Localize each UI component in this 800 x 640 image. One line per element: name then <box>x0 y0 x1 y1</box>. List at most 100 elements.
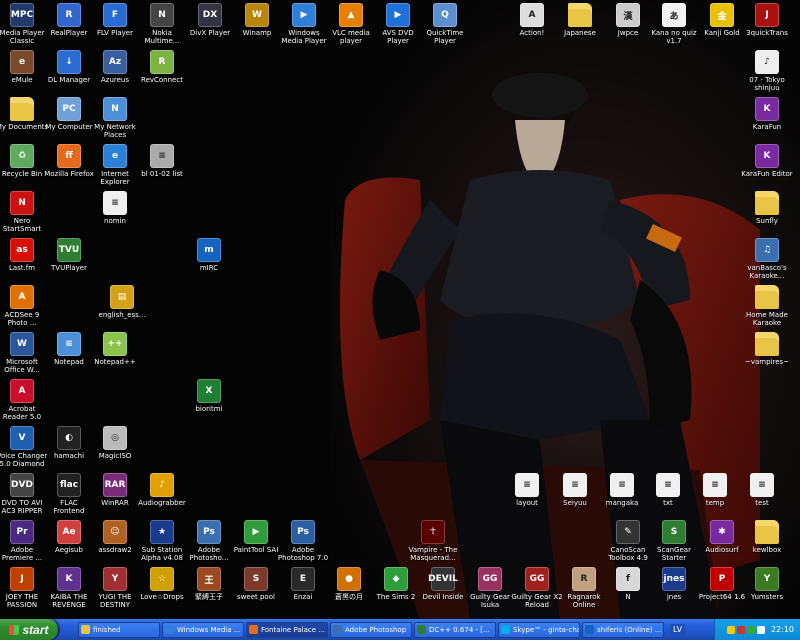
taskbar-button[interactable]: Windows Media ... <box>162 621 244 638</box>
desktop-shortcut[interactable]: A Acrobat Reader 5.0 <box>0 379 45 421</box>
desktop-shortcut[interactable]: Q QuickTime Player <box>422 3 468 45</box>
desktop-shortcut[interactable]: ✎ CanoScan Toolbox 4.9 <box>605 520 651 562</box>
desktop-shortcut[interactable]: ♪ 07 - Tokyo shinjuu <box>744 50 790 92</box>
tray-icon[interactable] <box>726 625 735 634</box>
desktop-shortcut[interactable]: N Nokia Multime... <box>139 3 185 45</box>
desktop-shortcut[interactable]: ≡ test <box>739 473 785 507</box>
desktop-shortcut[interactable]: ↓ DL Manager <box>46 50 92 84</box>
desktop-shortcut[interactable]: Home Made Karaoke <box>744 285 790 327</box>
desktop-shortcut[interactable]: My Documents <box>0 97 48 131</box>
desktop-shortcut[interactable]: ≡ txt <box>645 473 691 507</box>
desktop-shortcut[interactable]: ☺ assdraw2 <box>92 520 138 554</box>
desktop-shortcut[interactable]: Ps Adobe Photosho... <box>186 520 232 562</box>
desktop-shortcut[interactable]: ● 蒼黒の月 <box>326 567 372 601</box>
desktop-shortcut[interactable]: Ae Aegisub <box>46 520 92 554</box>
desktop-shortcut[interactable]: e eMule <box>0 50 45 84</box>
desktop-shortcut[interactable]: DEVIL Devil Inside <box>420 567 466 601</box>
desktop-shortcut[interactable]: ~vampires~ <box>744 332 790 366</box>
desktop-shortcut[interactable]: GG Guilty Gear Isuka <box>467 567 513 609</box>
desktop-shortcut[interactable]: Y YUGI THE DESTINY <box>92 567 138 609</box>
desktop-shortcut[interactable]: m mIRC <box>186 238 232 272</box>
desktop-shortcut[interactable]: J JOEY THE PASSION <box>0 567 45 609</box>
desktop-shortcut[interactable]: 漢 Jwpce <box>605 3 651 37</box>
desktop-shortcut[interactable]: Y Yumsters <box>744 567 790 601</box>
desktop-shortcut[interactable]: K KaraFun Editor <box>741 144 793 178</box>
desktop-shortcut[interactable]: R RealPlayer <box>46 3 92 37</box>
desktop-shortcut[interactable]: MPC Media Player Classic <box>0 3 45 45</box>
taskbar-button[interactable]: Adobe Photoshop <box>330 621 412 638</box>
desktop-shortcut[interactable]: ▶ Windows Media Player <box>281 3 327 45</box>
desktop-shortcut[interactable]: A ACDSee 9 Photo ... <box>0 285 45 327</box>
desktop-shortcut[interactable]: F FLV Player <box>92 3 138 37</box>
desktop-shortcut[interactable]: ≡ temp <box>692 473 738 507</box>
desktop-shortcut[interactable]: ≡ bl 01-02 list <box>139 144 185 178</box>
desktop-shortcut[interactable]: K KAIBA THE REVENGE <box>46 567 92 609</box>
desktop-shortcut[interactable]: VVoice Changer 5.0 Diamond <box>0 426 47 468</box>
desktop-shortcut[interactable]: flac FLAC Frontend <box>46 473 92 515</box>
desktop-shortcut[interactable]: Sunfly <box>744 191 790 225</box>
desktop-shortcut[interactable]: E Enzai <box>280 567 326 601</box>
language-indicator[interactable]: LV <box>670 624 686 635</box>
desktop-shortcut[interactable]: R Ragnarok Online <box>561 567 607 609</box>
desktop-shortcut[interactable]: N Nero StartSmart <box>0 191 45 233</box>
desktop-shortcut[interactable]: J 3quickTrans <box>744 3 790 37</box>
desktop-shortcut[interactable]: ▶ PaintTool SAI <box>233 520 279 554</box>
desktop-shortcut[interactable]: ★ Sub Station Alpha v4.08 <box>139 520 185 562</box>
desktop-shortcut[interactable]: Az Azureus <box>92 50 138 84</box>
desktop-shortcut[interactable]: W Winamp <box>234 3 280 37</box>
start-button[interactable]: start <box>0 619 58 640</box>
desktop-shortcut[interactable]: Japanese <box>557 3 603 37</box>
desktop-shortcut[interactable]: R RevConnect <box>139 50 185 84</box>
desktop-shortcut[interactable]: 王緊縛王子 <box>186 567 232 601</box>
desktop-shortcut[interactable]: fN <box>605 567 651 601</box>
desktop-shortcut[interactable]: ▲ VLC media player <box>328 3 374 45</box>
desktop-shortcut[interactable]: ≡ Seiyuu <box>552 473 598 507</box>
desktop-shortcut[interactable]: RAR WinRAR <box>92 473 138 507</box>
desktop-shortcut[interactable]: DX DivX Player <box>187 3 233 37</box>
desktop-shortcut[interactable]: Ps Adobe Photoshop 7.0 <box>278 520 328 562</box>
desktop-shortcut[interactable]: ++ Notepad++ <box>92 332 138 366</box>
tray-icon[interactable] <box>736 625 745 634</box>
taskbar-button[interactable]: DC++ 0.674 - [... <box>414 621 496 638</box>
desktop-shortcut[interactable]: ♻ Recycle Bin <box>0 144 45 178</box>
desktop-shortcut[interactable]: as Last.fm <box>0 238 45 272</box>
desktop-shortcut[interactable]: Xbioritmi <box>186 379 232 413</box>
desktop-shortcut[interactable]: ♪ Audiograbber <box>138 473 186 507</box>
desktop-shortcut[interactable]: ☥ Vampire - The Masquerad... <box>409 520 457 562</box>
desktop-shortcut[interactable]: kewlbox <box>744 520 790 554</box>
desktop-shortcut[interactable]: ◐ hamachi <box>46 426 92 460</box>
desktop-shortcut[interactable]: あ Kana no quiz v1.7 <box>651 3 697 45</box>
desktop-shortcut[interactable]: Pr Adobe Premiere ... <box>0 520 45 562</box>
desktop-shortcut[interactable]: Ssweet pool <box>233 567 279 601</box>
desktop-shortcut[interactable]: ◆ The Sims 2 <box>373 567 419 601</box>
desktop-shortcut[interactable]: ≡ mangaka <box>599 473 645 507</box>
desktop-shortcut[interactable]: GG Guilty Gear X2 Reload <box>511 567 563 609</box>
desktop-shortcut[interactable]: K KaraFun <box>744 97 790 131</box>
desktop-shortcut[interactable]: jnes jnes <box>651 567 697 601</box>
desktop-shortcut[interactable]: N My Network Places <box>92 97 138 139</box>
taskbar-button[interactable]: Fontaine Palace ... <box>246 621 328 638</box>
desktop-shortcut[interactable]: e Internet Explorer <box>92 144 138 186</box>
desktop-shortcut[interactable]: ▤ english_ess... <box>99 285 145 319</box>
desktop-shortcut[interactable]: A Action! <box>509 3 555 37</box>
desktop-shortcut[interactable]: S ScanGear Starter <box>651 520 697 562</box>
taskbar-button[interactable]: Skype™ - ginta-chan <box>498 621 580 638</box>
clock[interactable]: 22:10 <box>771 625 794 634</box>
desktop-shortcut[interactable]: ♫ vanBasco's Karaoke... <box>744 238 790 280</box>
desktop-shortcut[interactable]: W Microsoft Office W... <box>0 332 45 374</box>
desktop-shortcut[interactable]: ff Mozilla Firefox <box>44 144 94 178</box>
taskbar-button[interactable]: shiferis (Online) ... <box>582 621 664 638</box>
desktop-shortcut[interactable]: ≡ Notepad <box>46 332 92 366</box>
desktop[interactable]: MPC Media Player Classic R RealPlayer F FLV P… <box>0 0 800 619</box>
desktop-shortcut[interactable]: ≡ layout <box>504 473 550 507</box>
desktop-shortcut[interactable]: ▶ AVS DVD Player <box>375 3 421 45</box>
desktop-shortcut[interactable]: DVD DVD TO AVI AC3 RIPPER <box>0 473 45 515</box>
tray-icon[interactable] <box>756 625 765 634</box>
desktop-shortcut[interactable]: ≡ nomin <box>92 191 138 225</box>
tray-icon[interactable] <box>746 625 755 634</box>
desktop-shortcut[interactable]: TVU TVUPlayer <box>46 238 92 272</box>
taskbar-button[interactable]: finished <box>78 621 160 638</box>
desktop-shortcut[interactable]: PC My Computer <box>45 97 93 131</box>
desktop-shortcut[interactable]: ☆ Love☆Drops <box>139 567 185 601</box>
desktop-shortcut[interactable]: ◎ MagicISO <box>92 426 138 460</box>
